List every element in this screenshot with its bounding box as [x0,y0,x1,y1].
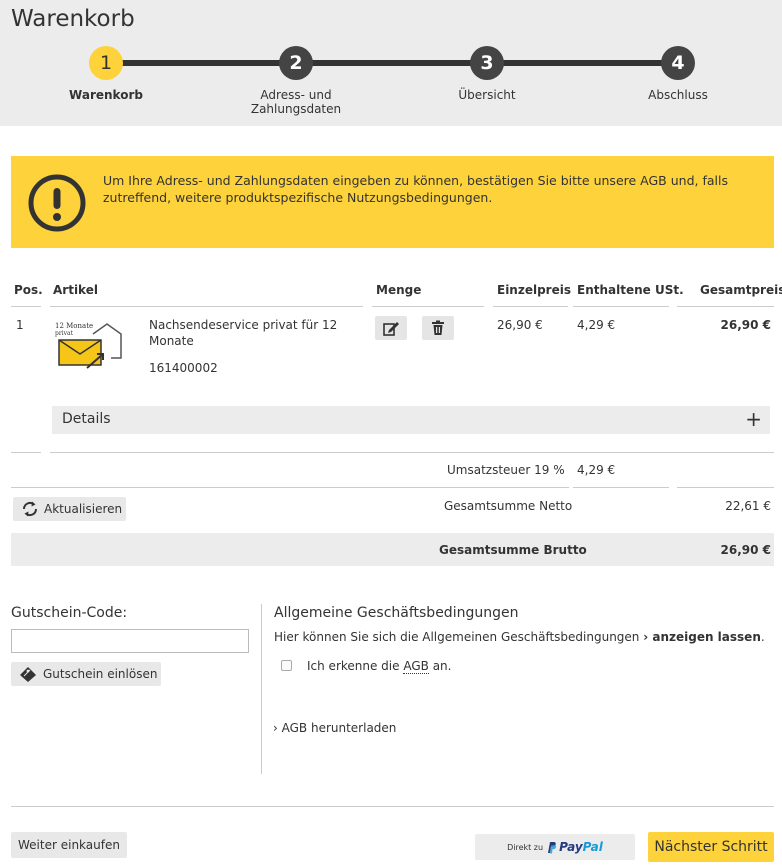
net-value: 22,61 € [725,499,771,513]
step-label: Übersicht [458,88,516,102]
details-toggle[interactable]: Details + [52,406,770,434]
col-header-pos: Pos. [14,283,43,297]
product-article-no: 161400002 [149,361,218,375]
voucher-label: Gutschein-Code: [11,605,128,621]
stepper-track [105,60,678,66]
agb-title: Allgemeine Geschäftsbedingungen [274,605,519,621]
plus-icon: + [745,407,762,431]
continue-shopping-button[interactable]: Weiter einkaufen [11,832,127,858]
col-header-total: Gesamtpreis [700,283,782,297]
step-number: 4 [661,46,695,80]
divider [573,487,669,488]
vat-label: Umsatzsteuer 19 % [447,463,565,477]
net-label: Gesamtsumme Netto [444,499,573,513]
row-pos: 1 [16,318,24,332]
agb-checkbox-text: Ich erkenne die [307,659,404,673]
divider [677,306,774,307]
step-label: Warenkorb [69,88,143,102]
product-image-text: 12 Monate [55,322,93,330]
agb-notice: Um Ihre Adress- und Zahlungsdaten eingeb… [11,156,774,248]
agb-show-link[interactable]: › anzeigen lassen [643,630,761,644]
redeem-voucher-label: Gutschein einlösen [43,667,158,681]
divider [372,306,484,307]
agb-checkbox-text: an. [428,659,452,673]
ticket-icon [20,667,36,682]
notice-text: Um Ihre Adress- und Zahlungsdaten eingeb… [103,173,728,205]
divider [50,306,363,307]
refresh-icon [22,501,38,517]
row-total: 26,90 € [720,318,771,332]
step-number: 2 [279,46,313,80]
divider [11,487,569,488]
agb-text-after: . [760,630,765,644]
voucher-input[interactable] [11,629,249,653]
col-header-qty: Menge [376,283,422,297]
gross-total-bar: Gesamtsumme Brutto 26,90 € [11,533,774,566]
trash-icon [432,320,444,335]
step-label: Abschluss [648,88,708,102]
paypal-brand: Pal [582,840,603,854]
agb-checkbox-label[interactable]: Ich erkenne die AGB an. [307,659,452,674]
redeem-voucher-button[interactable]: Gutschein einlösen [11,662,161,686]
next-step-button[interactable]: Nächster Schritt [648,832,774,862]
step-label: Adress- und Zahlungsdaten [250,88,342,116]
agb-abbr: AGB [403,659,429,674]
divider [573,306,669,307]
agb-text-before: Hier können Sie sich die Allgemeinen Ges… [274,630,644,644]
update-button-label: Aktualisieren [44,502,123,516]
divider [11,806,774,807]
paypal-prefix: Direkt zu [507,842,544,852]
paypal-logo-icon [548,841,557,853]
step-number: 3 [470,46,504,80]
product-image: 12 Monate privat [55,322,122,369]
paypal-button[interactable]: Direkt zu Pay Pal [475,834,635,860]
col-header-vat: Enthaltene USt. [577,283,684,297]
divider [11,452,41,453]
divider [11,306,41,307]
agb-text: Hier können Sie sich die Allgemeinen Ges… [274,630,765,644]
details-label: Details [62,411,111,427]
col-header-unit-price: Einzelpreis [497,283,571,297]
step-address-payment: 2 Adress- und Zahlungsdaten [216,46,376,116]
divider [677,487,774,488]
step-number: 1 [89,46,123,80]
gross-value: 26,90 € [720,543,771,557]
edit-button[interactable] [375,316,407,340]
agb-checkbox[interactable] [281,660,292,671]
edit-icon [383,322,399,336]
col-header-article: Artikel [53,283,98,297]
row-unit-price: 26,90 € [497,318,543,332]
delete-button[interactable] [422,316,454,340]
divider [493,306,568,307]
column-divider [261,604,262,774]
agb-download-link[interactable]: › AGB herunterladen [273,721,396,735]
gross-label: Gesamtsumme Brutto [439,543,587,557]
paypal-brand: Pay [559,840,583,854]
warning-icon [28,174,86,232]
step-cart[interactable]: 1 Warenkorb [26,46,186,102]
divider [50,452,774,453]
product-name: Nachsendeservice privat für 12 Monate [149,318,338,348]
vat-value: 4,29 € [577,463,616,477]
page-title: Warenkorb [11,6,135,32]
row-vat: 4,29 € [577,318,616,332]
checkout-header: Warenkorb 1 Warenkorb 2 Adress- und Zahl… [0,0,782,126]
product-image-text: privat [55,330,74,337]
update-button[interactable]: Aktualisieren [13,497,126,521]
step-completion: 4 Abschluss [598,46,758,102]
step-overview: 3 Übersicht [407,46,567,102]
